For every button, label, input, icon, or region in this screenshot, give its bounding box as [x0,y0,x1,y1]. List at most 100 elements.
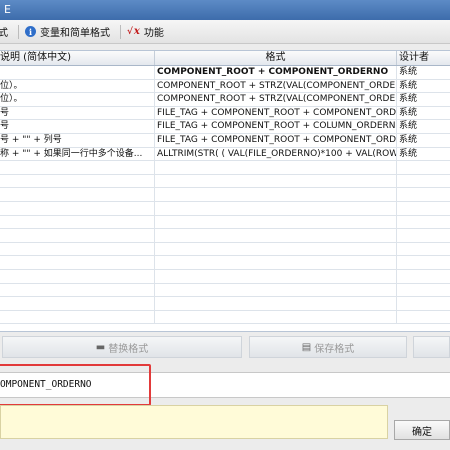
cell-designer [397,256,450,269]
table-row[interactable]: COMPONENT_ROOT + COMPONENT_ORDERNO 系统 [0,66,450,80]
cell-format: FILE_TAG + COMPONENT_ROOT + COLUMN_ORDER… [157,120,397,133]
save-icon: ▤ [301,341,312,353]
extra-button[interactable] [413,336,450,358]
table-row[interactable] [0,201,450,216]
table-row[interactable] [0,188,450,202]
cell-description: 位）。 [0,93,155,106]
cell-description [0,174,155,188]
table-row[interactable] [0,283,450,298]
cell-format [155,269,397,283]
table-row[interactable] [0,229,450,243]
cell-description [0,297,155,310]
cell-designer [397,243,450,256]
toolbar-item-variables-label: 变量和简单格式 [40,28,110,39]
info-icon: i [25,26,36,37]
replace-icon: ▬ [95,341,106,353]
save-format-label: 保存格式 [314,343,355,355]
toolbar-separator [120,24,121,39]
column-header-format[interactable]: 格式 [155,51,397,65]
cell-description [0,215,155,229]
cell-format [155,174,397,188]
toolbar-item-format[interactable]: 式 [0,24,8,39]
cell-designer: 系统 [399,107,418,118]
cell-format [155,229,397,242]
cell-designer [397,297,450,310]
table-row[interactable]: 号 + "" + 列号 FILE_TAG + COMPONENT_ROOT + C… [0,133,450,148]
cell-format: ALLTRIM(STR( ( VAL(FILE_ORDERNO)*100 + V… [157,147,397,161]
cell-designer [397,270,450,283]
toolbar-item-functions-label: 功能 [143,28,164,39]
table-row[interactable]: 号 FILE_TAG + COMPONENT_ROOT + COLUMN_ORDE… [0,120,450,134]
cell-description [0,242,155,256]
table-row[interactable]: 称 + "" + 如果同一行中多个设备... ALLTRIM(STR( ( VAL… [0,147,450,162]
cell-format [155,242,397,256]
cell-description [0,310,155,324]
cell-designer [397,188,450,201]
formula-editor[interactable]: OMPONENT_ORDERNO [0,372,450,398]
cell-format [155,256,397,269]
table-row[interactable] [0,256,450,270]
replace-format-button[interactable]: ▬ 替换格式 [2,336,242,358]
cell-format [155,297,397,310]
cell-designer [397,161,450,174]
cell-designer [397,229,450,242]
cell-description: 号 + "" + 列号 [0,133,155,147]
cell-description [0,229,155,242]
cell-designer: 系统 [399,67,418,77]
cell-designer [397,311,450,324]
hint-panel [0,405,388,439]
cell-designer: 系统 [399,80,418,91]
function-icon: x [127,26,140,37]
table-row[interactable] [0,269,450,284]
table-row[interactable] [0,310,450,325]
cell-format [155,310,397,324]
ok-button-label: 确定 [412,426,432,438]
toolbar-separator [18,24,19,39]
cell-designer [397,175,450,188]
table-row[interactable]: 位）。 COMPONENT_ROOT + STRZ(VAL(COMPONENT_O… [0,79,450,94]
format-grid[interactable]: 说明 (简体中文) 格式 设计者 COMPONENT_ROOT + COMPON… [0,50,450,332]
button-bar: ▬ 替换格式 ▤ 保存格式 [0,336,450,358]
formula-text: OMPONENT_ORDERNO [0,379,92,390]
save-format-button[interactable]: ▤ 保存格式 [249,336,407,358]
table-row[interactable] [0,161,450,175]
cell-format [155,215,397,229]
cell-description [0,269,155,283]
table-row[interactable] [0,174,450,189]
toolbar-item-format-label: 式 [0,28,8,39]
cell-description [0,256,155,269]
cell-description [0,283,155,297]
cell-description [0,66,155,79]
cell-description: 号 [0,106,155,120]
cell-format [155,188,397,201]
table-row[interactable]: 位）。 COMPONENT_ROOT + STRZ(VAL(COMPONENT_O… [0,93,450,107]
cell-format: COMPONENT_ROOT + STRZ(VAL(COMPONENT_ORDE… [157,79,397,93]
toolbar-item-variables[interactable]: i 变量和简单格式 [25,24,110,39]
table-row[interactable]: 号 FILE_TAG + COMPONENT_ROOT + COMPONENT_O… [0,106,450,121]
cell-description [0,201,155,215]
table-row[interactable] [0,242,450,257]
replace-format-label: 替换格式 [108,343,149,355]
cell-designer: 系统 [399,121,418,132]
table-row[interactable] [0,215,450,230]
window-title: E [0,0,450,20]
cell-designer [397,216,450,229]
cell-format [155,283,397,297]
cell-description: 位）。 [0,79,155,93]
cell-description: 号 [0,120,155,133]
ok-button[interactable]: 确定 [394,420,450,440]
column-header-description[interactable]: 说明 (简体中文) [0,51,155,65]
cell-description [0,188,155,201]
grid-body: COMPONENT_ROOT + COMPONENT_ORDERNO 系统 位）。 C… [0,66,450,325]
cell-designer: 系统 [399,134,418,145]
table-row[interactable] [0,297,450,311]
cell-designer [397,202,450,215]
toolbar-item-functions[interactable]: x 功能 [127,24,164,39]
column-header-designer[interactable]: 设计者 [397,51,450,65]
toolbar: 式 i 变量和简单格式 x 功能 [0,20,450,44]
cell-designer: 系统 [399,94,418,105]
cell-format [155,201,397,215]
cell-description [0,161,155,174]
cell-format: FILE_TAG + COMPONENT_ROOT + COMPONENT_OR… [157,106,397,120]
cell-format: COMPONENT_ROOT + STRZ(VAL(COMPONENT_ORDE… [157,93,397,106]
